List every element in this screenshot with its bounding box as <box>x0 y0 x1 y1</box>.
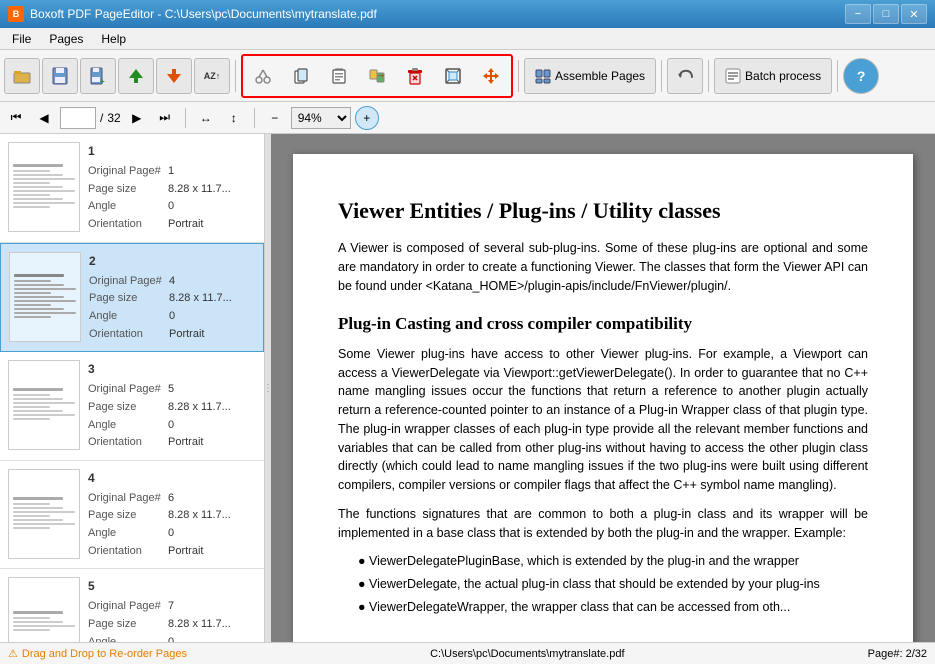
separator-4 <box>708 60 709 92</box>
status-file-path: C:\Users\pc\Documents\mytranslate.pdf <box>197 648 858 660</box>
menu-bar: File Pages Help <box>0 28 935 50</box>
pdf-heading-1: Viewer Entities / Plug-ins / Utility cla… <box>338 194 868 227</box>
nav-sep-1 <box>185 108 186 128</box>
title-bar-left: B Boxoft PDF PageEditor - C:\Users\pc\Do… <box>8 6 377 22</box>
copy-button[interactable] <box>283 58 319 94</box>
page-info-5: 5 Original Page#7 Page size8.28 x 11.7..… <box>88 577 231 642</box>
zoom-out-button[interactable]: − <box>263 106 287 130</box>
page-info-1: 1 Original Page#1 Page size8.28 x 11.7..… <box>88 142 231 234</box>
pdf-list-item-3: ● ViewerDelegateWrapper, the wrapper cla… <box>358 598 868 617</box>
page-thumb-5[interactable]: 5 Original Page#7 Page size8.28 x 11.7..… <box>0 569 264 642</box>
pdf-para-3: The functions signatures that are common… <box>338 505 868 543</box>
page-thumbnail-2 <box>9 252 81 342</box>
down-button[interactable] <box>156 58 192 94</box>
first-page-button[interactable]: ⏮ <box>4 106 28 130</box>
pdf-heading-2: Plug-in Casting and cross compiler compa… <box>338 311 868 337</box>
navigation-bar: ⏮ ◀ 2 / 32 ▶ ⏭ ↔ ↕ − 50% 75% 94% 100% 12… <box>0 102 935 134</box>
save-button[interactable] <box>42 58 78 94</box>
pdf-page: Viewer Entities / Plug-ins / Utility cla… <box>293 154 913 642</box>
minimize-button[interactable]: − <box>845 4 871 24</box>
pdf-list-item-2: ● ViewerDelegate, the actual plug-in cla… <box>358 575 868 594</box>
page-thumb-2[interactable]: 2 Original Page#4 Page size8.28 x 11.7..… <box>0 243 264 353</box>
menu-file[interactable]: File <box>4 30 39 48</box>
page-num-2: 2 <box>89 252 232 271</box>
current-page-input[interactable]: 2 <box>60 107 96 129</box>
page-thumbnail-3 <box>8 360 80 450</box>
page-num-4: 4 <box>88 469 231 488</box>
help-button[interactable]: ? <box>843 58 879 94</box>
zoom-in-button[interactable]: + <box>355 106 379 130</box>
drag-hint: Drag and Drop to Re-order Pages <box>22 648 187 660</box>
svg-text:+: + <box>100 77 105 86</box>
fit-width-button[interactable]: ↔ <box>194 106 218 130</box>
assemble-pages-label: Assemble Pages <box>555 69 645 83</box>
batch-process-label: Batch process <box>745 69 821 83</box>
fit-page-button[interactable] <box>435 58 471 94</box>
status-warning: ⚠ Drag and Drop to Re-order Pages <box>8 647 187 660</box>
separator-5 <box>837 60 838 92</box>
edit-tools-group: → <box>241 54 513 98</box>
pdf-para-1: A Viewer is composed of several sub-plug… <box>338 239 868 295</box>
separator-1 <box>235 60 236 92</box>
total-pages: 32 <box>107 111 120 125</box>
sidebar: 1 Original Page#1 Page size8.28 x 11.7..… <box>0 134 265 642</box>
page-separator: / <box>100 111 103 125</box>
toolbar: + AZ↑ → Assemble Page <box>0 50 935 102</box>
menu-pages[interactable]: Pages <box>41 30 91 48</box>
page-num-1: 1 <box>88 142 231 161</box>
cut-button[interactable] <box>245 58 281 94</box>
next-page-button[interactable]: ▶ <box>125 106 149 130</box>
replace-button[interactable]: → <box>359 58 395 94</box>
delete-button[interactable] <box>397 58 433 94</box>
status-page-info: Page#: 2/32 <box>868 648 927 660</box>
fit-height-button[interactable]: ↕ <box>222 106 246 130</box>
separator-3 <box>661 60 662 92</box>
page-info-4: 4 Original Page#6 Page size8.28 x 11.7..… <box>88 469 231 561</box>
window-controls: − □ ✕ <box>845 4 927 24</box>
warning-icon: ⚠ <box>8 647 18 660</box>
prev-page-button[interactable]: ◀ <box>32 106 56 130</box>
page-thumb-3[interactable]: 3 Original Page#5 Page size8.28 x 11.7..… <box>0 352 264 461</box>
zoom-select[interactable]: 50% 75% 94% 100% 125% 150% 200% <box>291 107 351 129</box>
paste-button[interactable] <box>321 58 357 94</box>
page-thumb-4[interactable]: 4 Original Page#6 Page size8.28 x 11.7..… <box>0 461 264 570</box>
page-info-2: 2 Original Page#4 Page size8.28 x 11.7..… <box>89 252 232 344</box>
app-icon: B <box>8 6 24 22</box>
close-button[interactable]: ✕ <box>901 4 927 24</box>
page-info-3: 3 Original Page#5 Page size8.28 x 11.7..… <box>88 360 231 452</box>
open-button[interactable] <box>4 58 40 94</box>
page-thumbnail-1 <box>8 142 80 232</box>
pdf-list-item-1: ● ViewerDelegatePluginBase, which is ext… <box>358 552 868 571</box>
up-button[interactable] <box>118 58 154 94</box>
nav-sep-2 <box>254 108 255 128</box>
pdf-viewer[interactable]: Viewer Entities / Plug-ins / Utility cla… <box>271 134 935 642</box>
save-as-button[interactable]: + <box>80 58 116 94</box>
status-bar: ⚠ Drag and Drop to Re-order Pages C:\Use… <box>0 642 935 664</box>
title-bar: B Boxoft PDF PageEditor - C:\Users\pc\Do… <box>0 0 935 28</box>
pdf-para-2: Some Viewer plug-ins have access to othe… <box>338 345 868 495</box>
assemble-pages-button[interactable]: Assemble Pages <box>524 58 656 94</box>
page-thumbnail-4 <box>8 469 80 559</box>
svg-text:→: → <box>376 69 385 79</box>
separator-2 <box>518 60 519 92</box>
az-button[interactable]: AZ↑ <box>194 58 230 94</box>
last-page-button[interactable]: ⏭ <box>153 106 177 130</box>
maximize-button[interactable]: □ <box>873 4 899 24</box>
move-button[interactable] <box>473 58 509 94</box>
page-thumb-1[interactable]: 1 Original Page#1 Page size8.28 x 11.7..… <box>0 134 264 243</box>
undo-button[interactable] <box>667 58 703 94</box>
page-num-3: 3 <box>88 360 231 379</box>
batch-process-button[interactable]: Batch process <box>714 58 832 94</box>
window-title: Boxoft PDF PageEditor - C:\Users\pc\Docu… <box>30 7 377 21</box>
page-num-5: 5 <box>88 577 231 596</box>
menu-help[interactable]: Help <box>93 30 134 48</box>
page-thumbnail-5 <box>8 577 80 642</box>
main-content: 1 Original Page#1 Page size8.28 x 11.7..… <box>0 134 935 642</box>
